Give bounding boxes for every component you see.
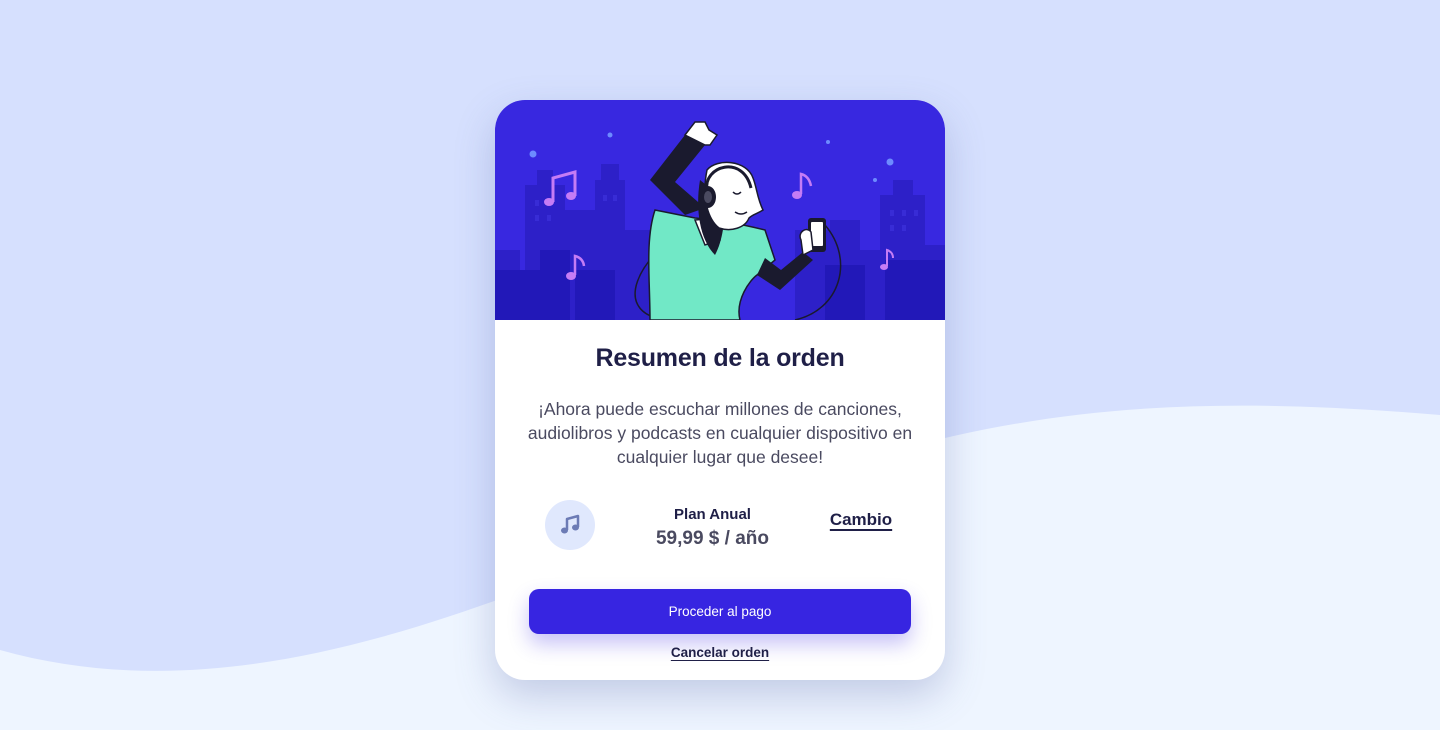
order-summary-card: Resumen de la orden ¡Ahora puede escucha… bbox=[495, 100, 945, 680]
change-plan-link[interactable]: Cambio bbox=[821, 510, 901, 530]
music-note-icon bbox=[561, 514, 580, 534]
proceed-to-payment-button[interactable]: Proceder al pago bbox=[529, 589, 911, 634]
plan-icon-circle bbox=[545, 500, 595, 550]
page-title: Resumen de la orden bbox=[595, 344, 845, 372]
cancel-order-link[interactable]: Cancelar orden bbox=[620, 645, 820, 660]
plan-price: 59,99 $ / año bbox=[655, 528, 769, 549]
order-description: ¡Ahora puede escuchar millones de cancio… bbox=[527, 399, 913, 467]
plan-name: Plan Anual bbox=[674, 506, 751, 523]
hero-illustration bbox=[495, 100, 945, 320]
